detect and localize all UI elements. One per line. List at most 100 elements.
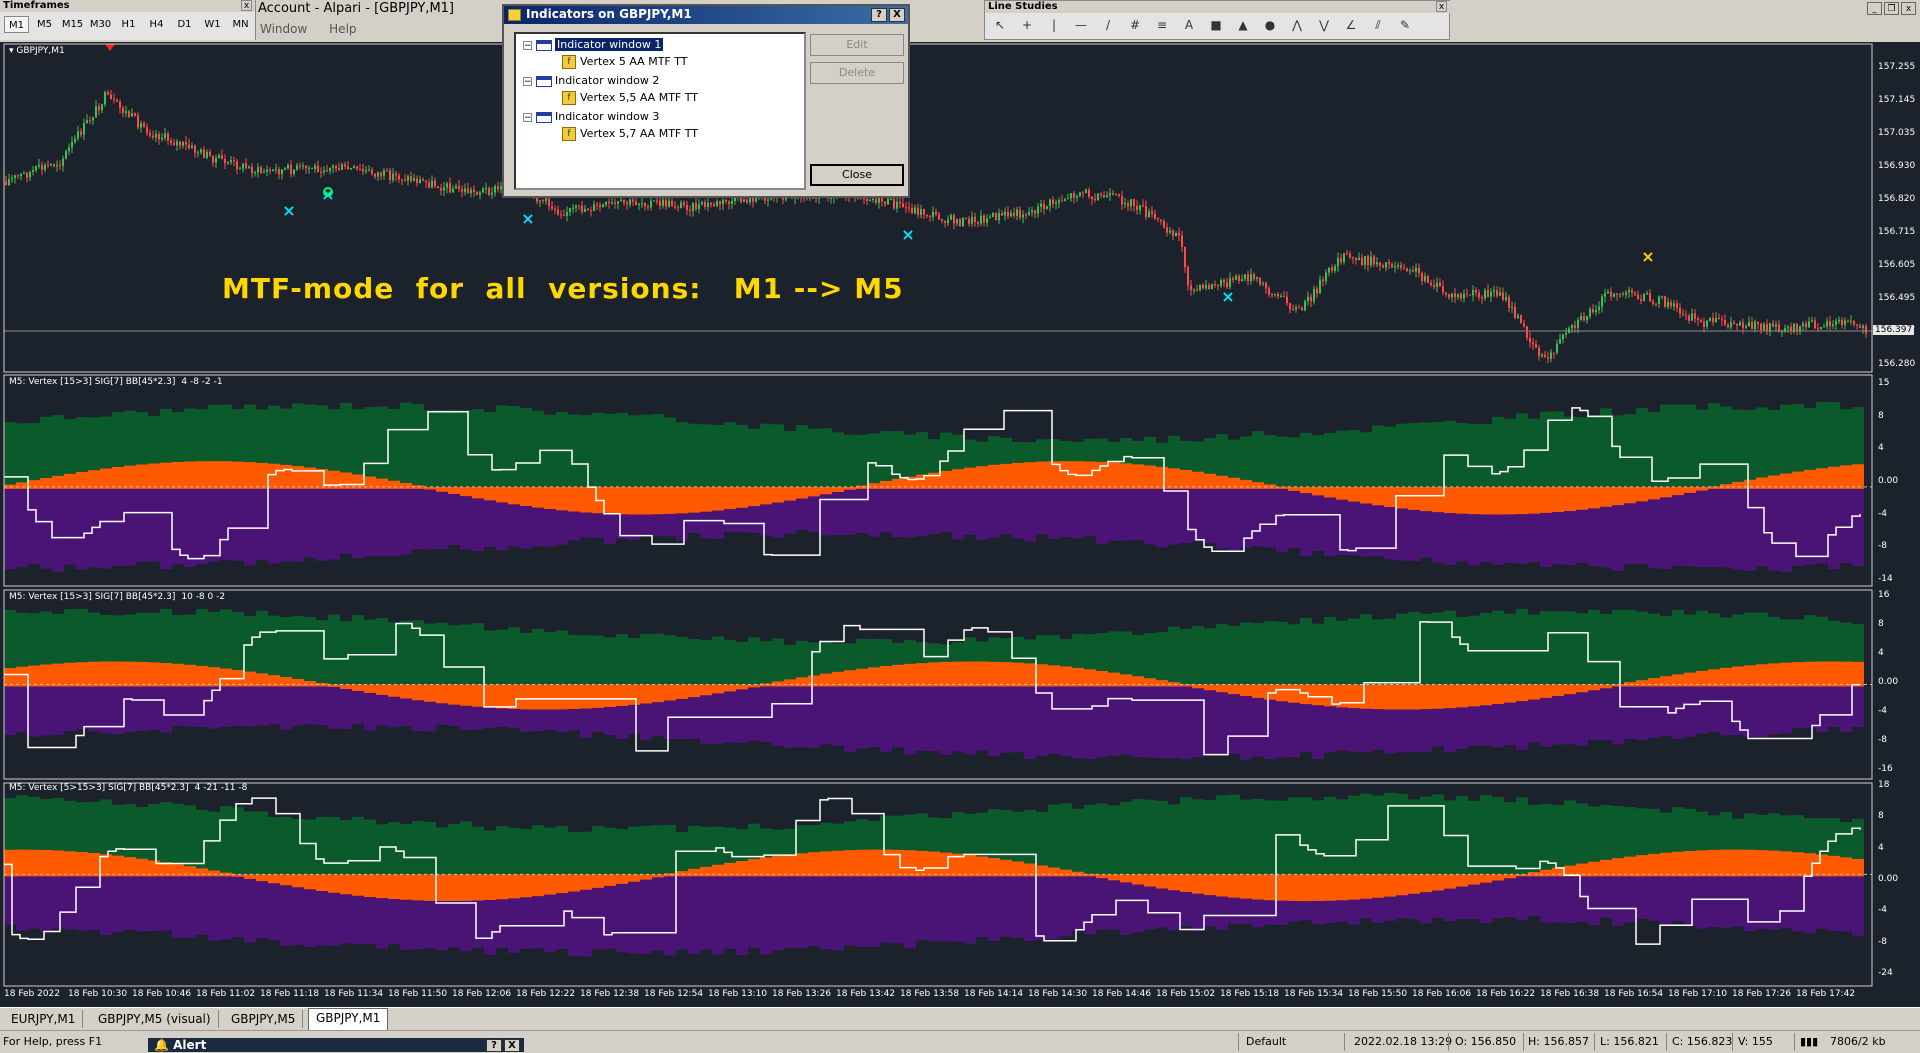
candle-body <box>866 198 868 201</box>
restore-icon[interactable]: ❐ <box>1884 2 1899 15</box>
tree-indicator-2[interactable]: f Vertex 5,5 AA MTF TT <box>562 90 698 106</box>
candle-body <box>926 214 928 217</box>
tree-window-2[interactable]: Indicator window 2 <box>536 73 659 89</box>
pitchfork-icon[interactable]: ⋀ <box>1286 16 1308 34</box>
candle-body <box>413 178 415 181</box>
rectangle-icon[interactable]: ■ <box>1205 16 1227 34</box>
timeframe-w1-button[interactable]: W1 <box>200 16 225 33</box>
candle-body <box>1241 279 1243 281</box>
tree-expander[interactable]: − <box>523 41 532 51</box>
tab-gbpjpy-m5-visual[interactable]: GBPJPY,M5 (visual) <box>91 1010 219 1028</box>
timeframes-close-icon[interactable]: x <box>241 0 252 11</box>
dialog-close-button[interactable]: Close <box>810 164 904 186</box>
triangle-icon[interactable]: ▲ <box>1232 16 1254 34</box>
cursor-icon[interactable]: ↖ <box>989 16 1011 34</box>
angle-icon[interactable]: ∠ <box>1340 16 1362 34</box>
candle-body <box>338 168 340 170</box>
channel-icon[interactable]: ≡ <box>1151 16 1173 34</box>
tree-indicator-1[interactable]: f Vertex 5 AA MTF TT <box>562 54 687 70</box>
timeframe-m15-button[interactable]: M15 <box>60 16 85 33</box>
tree-window-1[interactable]: Indicator window 1 <box>536 37 664 53</box>
dialog-help-button[interactable]: ? <box>871 8 887 22</box>
edit-button[interactable]: Edit <box>810 34 904 56</box>
timeframe-m30-button[interactable]: M30 <box>88 16 113 33</box>
candle-body <box>140 123 142 128</box>
time-tick-label: 18 Feb 16:22 <box>1476 989 1536 999</box>
timeframe-m1-button[interactable]: M1 <box>4 16 29 33</box>
candle-body <box>1517 315 1519 318</box>
tree-expander[interactable]: − <box>523 77 532 87</box>
status-low: L: 156.821 <box>1600 1035 1659 1048</box>
candle-body <box>281 169 283 175</box>
timeframe-h1-button[interactable]: H1 <box>116 16 141 33</box>
candle-body <box>713 204 715 206</box>
text-icon[interactable]: A <box>1178 16 1200 34</box>
candle-body <box>1475 289 1477 293</box>
tab-eurjpy-m1[interactable]: EURJPY,M1 <box>4 1010 84 1028</box>
tab-gbpjpy-m1[interactable]: GBPJPY,M1 <box>308 1008 389 1030</box>
vertical-line-icon[interactable]: | <box>1043 16 1065 34</box>
candle-body <box>77 131 79 139</box>
menu-help[interactable]: Help <box>329 22 356 36</box>
crosshair-icon[interactable]: + <box>1016 16 1038 34</box>
line-studies-close-icon[interactable]: x <box>1436 1 1447 12</box>
candle-body <box>1736 323 1738 326</box>
tree-expander[interactable]: − <box>523 113 532 123</box>
tree-window-3[interactable]: Indicator window 3 <box>536 109 659 125</box>
candle-body <box>302 165 304 167</box>
candle-body <box>467 188 469 194</box>
candle-body <box>1511 306 1513 308</box>
candle-body <box>1334 266 1336 271</box>
signal-marker: × <box>1641 247 1654 266</box>
fan-icon[interactable]: ⋁ <box>1313 16 1335 34</box>
time-tick-label: 18 Feb 17:42 <box>1796 989 1856 999</box>
time-tick-label: 18 Feb 10:46 <box>132 989 192 999</box>
time-tick-label: 18 Feb 15:50 <box>1348 989 1408 999</box>
axis-tick-label: 156.605 <box>1878 260 1916 270</box>
dialog-close-icon[interactable]: X <box>889 8 905 22</box>
ellipse-icon[interactable]: ● <box>1259 16 1281 34</box>
candle-body <box>887 198 889 205</box>
horizontal-line-icon[interactable]: — <box>1070 16 1092 34</box>
timeframe-d1-button[interactable]: D1 <box>172 16 197 33</box>
tree-indicator-3[interactable]: f Vertex 5,7 AA MTF TT <box>562 126 698 142</box>
candle-body <box>59 165 61 167</box>
candle-body <box>1619 293 1621 295</box>
tab-gbpjpy-m5[interactable]: GBPJPY,M5 <box>224 1010 304 1028</box>
alert-close-icon[interactable]: X <box>504 1039 520 1052</box>
time-tick-label: 18 Feb 17:26 <box>1732 989 1792 999</box>
candle-body <box>401 179 403 181</box>
candle-body <box>974 216 976 223</box>
timeframe-m5-button[interactable]: M5 <box>32 16 57 33</box>
timeframe-h4-button[interactable]: H4 <box>144 16 169 33</box>
candle-body <box>611 202 613 204</box>
delete-button[interactable]: Delete <box>810 62 904 84</box>
alert-help-button[interactable]: ? <box>486 1039 502 1052</box>
close-icon[interactable]: x <box>1901 2 1916 15</box>
timeframe-mn-button[interactable]: MN <box>228 16 253 33</box>
alert-window[interactable]: 🔔 Alert ? X <box>148 1038 524 1052</box>
status-open: O: 156.850 <box>1455 1035 1517 1048</box>
candle-body <box>1727 324 1729 328</box>
dialog-titlebar[interactable]: Indicators on GBPJPY,M1 ? X <box>504 6 908 24</box>
fib-time-icon[interactable]: ⫽ <box>1367 16 1389 34</box>
candle-body <box>1613 293 1615 297</box>
fibonacci-icon[interactable]: # <box>1124 16 1146 34</box>
candle-body <box>869 199 871 201</box>
candle-body <box>707 202 709 207</box>
candle-body <box>1247 274 1249 282</box>
candle-body <box>230 160 232 163</box>
arrow-dropdown-icon[interactable]: ✎ <box>1394 16 1416 34</box>
candle-body <box>1376 262 1378 265</box>
signal-marker: × <box>521 209 534 228</box>
minimize-icon[interactable]: _ <box>1867 2 1882 15</box>
candle-body <box>1532 342 1534 345</box>
chart-area[interactable]: ×××××× <box>0 42 1920 1008</box>
candle-body <box>1565 332 1567 335</box>
candle-body <box>983 215 985 223</box>
timeframes-panel-title: Timeframes <box>0 0 255 12</box>
candle-body <box>1469 294 1471 296</box>
menu-window[interactable]: Window <box>260 22 307 36</box>
trendline-icon[interactable]: / <box>1097 16 1119 34</box>
candle-body <box>1364 256 1366 265</box>
